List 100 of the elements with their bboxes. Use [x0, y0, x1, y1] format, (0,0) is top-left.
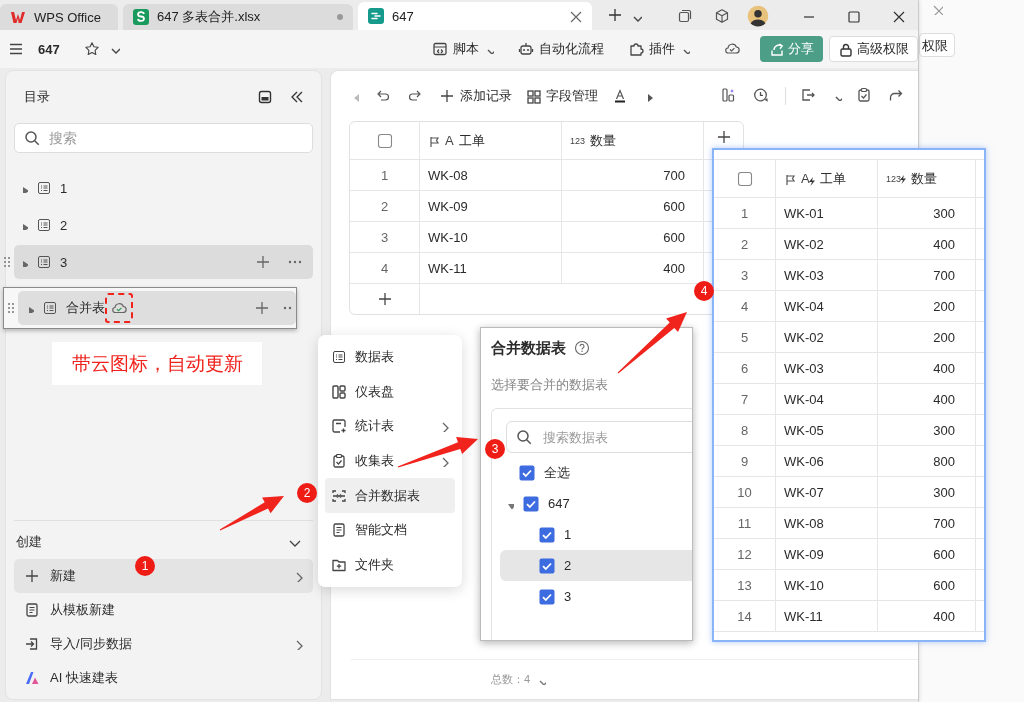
cube-icon[interactable] [714, 8, 730, 24]
toolbar-button[interactable]: 自动化流程 [512, 36, 610, 62]
column-header[interactable]: A 工单 [420, 122, 562, 159]
lock-icon [838, 41, 853, 57]
add-column-icon[interactable] [716, 129, 732, 145]
table-cell: 700 [562, 160, 704, 190]
search-field[interactable]: 搜索数据表 [506, 421, 692, 453]
menu-item[interactable]: 数据表 [325, 340, 455, 375]
row-number: 14 [714, 601, 776, 631]
plus-icon[interactable] [255, 254, 271, 270]
column-title: 工单 [458, 131, 485, 150]
avatar-icon[interactable] [747, 5, 769, 27]
checkbox-icon[interactable] [523, 495, 539, 512]
toolbar-button[interactable]: 脚本 [426, 36, 500, 62]
document-title: 647 [38, 41, 60, 57]
permissions-button[interactable]: 权限 [919, 33, 955, 57]
row-number: 11 [714, 508, 776, 538]
table-cell: WK-03 [776, 353, 878, 383]
menu-item[interactable]: 合并数据表 [325, 478, 455, 513]
option-label: 3 [564, 589, 572, 604]
menu-item[interactable]: AI 快速建表 [14, 661, 313, 695]
option-row[interactable]: 3 [500, 581, 692, 612]
annotation-arrow [617, 312, 687, 374]
plus-icon [376, 291, 393, 307]
tab[interactable]: 647 多表合并.xlsx [123, 4, 353, 30]
menu-item[interactable]: 智能文档 [325, 512, 455, 548]
checkbox-icon[interactable] [376, 132, 393, 149]
star-icon[interactable] [83, 41, 100, 57]
row-number: 6 [714, 353, 776, 383]
flag-icon [428, 134, 440, 147]
field-type-label: 123 [570, 135, 586, 146]
table-cell: 400 [878, 601, 976, 631]
table-cell: 300 [878, 415, 976, 445]
permissions-button[interactable]: 高级权限 [829, 36, 918, 62]
tab[interactable]: WPS Office [0, 4, 118, 30]
menu-item[interactable]: 收集表 [325, 443, 455, 479]
toolbar-button[interactable]: 插件 [622, 36, 696, 62]
table-cell: WK-02 [776, 229, 878, 259]
sidebar-item[interactable]: 1 [14, 171, 313, 205]
share-icon [769, 41, 784, 57]
checkbox-icon[interactable] [736, 170, 753, 187]
field-manager-button[interactable]: 字段管理 [526, 83, 598, 109]
table-cell: WK-02 [776, 322, 878, 352]
maximize-icon[interactable] [846, 9, 860, 23]
option-row[interactable]: 647 [500, 488, 692, 519]
stats-icon [331, 418, 347, 435]
table-cell: 300 [878, 198, 976, 228]
wps-logo-icon [10, 9, 26, 25]
document-icon [24, 602, 40, 618]
checkbox-icon[interactable] [539, 588, 555, 605]
row-number: 10 [714, 477, 776, 507]
table-icon [42, 300, 58, 316]
checkbox-icon[interactable] [539, 557, 555, 574]
close-icon[interactable] [891, 9, 905, 23]
table-cell: WK-08 [420, 160, 562, 190]
plus-icon [24, 568, 40, 584]
add-record-button[interactable]: 添加记录 [439, 83, 512, 109]
menu-item[interactable]: 仪表盘 [325, 374, 455, 410]
ai-logo-icon [24, 670, 40, 686]
menu-item[interactable]: 统计表 [325, 409, 455, 444]
tab[interactable]: 647 [358, 2, 592, 30]
import-icon [24, 636, 40, 652]
close-icon[interactable] [568, 9, 582, 23]
plus-icon[interactable] [254, 300, 270, 316]
option-row[interactable]: 1 [500, 519, 692, 550]
menu-item[interactable]: 文件夹 [325, 547, 455, 583]
table-cell: WK-06 [776, 446, 878, 476]
table-cell: 700 [878, 508, 976, 538]
row-number: 1 [350, 160, 420, 190]
text-color-icon[interactable] [612, 88, 628, 104]
column-header[interactable]: 123 数量 [878, 160, 976, 197]
row-number: 3 [714, 260, 776, 290]
table-icon [36, 217, 52, 233]
option-label: 2 [564, 558, 572, 573]
row-number: 13 [714, 570, 776, 600]
checkbox-icon[interactable] [519, 464, 535, 481]
table-cell: WK-11 [776, 601, 878, 631]
windows-icon[interactable] [677, 8, 693, 24]
help-icon[interactable] [574, 340, 590, 356]
table-cell: 400 [878, 353, 976, 383]
table-cell: WK-09 [776, 539, 878, 569]
table-cell: 200 [878, 291, 976, 321]
row-number: 7 [714, 384, 776, 414]
search-field[interactable]: 搜索 [14, 123, 313, 153]
dragged-item[interactable]: 合并表 [3, 287, 297, 329]
menu-item[interactable]: 从模板新建 [14, 593, 313, 627]
table-cell: WK-10 [776, 570, 878, 600]
table-cell: WK-03 [776, 260, 878, 290]
option-row[interactable]: 2 [500, 550, 692, 581]
menu-item[interactable]: 导入/同步数据 [14, 627, 313, 661]
column-title: 数量 [590, 131, 617, 150]
menu-icon[interactable] [8, 41, 24, 57]
panel-icon[interactable] [257, 89, 273, 105]
collapse-icon[interactable] [289, 89, 305, 105]
column-header[interactable]: A 工单 [776, 160, 878, 197]
sidebar-item[interactable]: 2 [14, 208, 313, 242]
table-cell: 300 [878, 477, 976, 507]
checkbox-icon[interactable] [539, 526, 555, 543]
column-header[interactable]: 123 数量 [562, 122, 704, 159]
document-icon [331, 522, 347, 539]
